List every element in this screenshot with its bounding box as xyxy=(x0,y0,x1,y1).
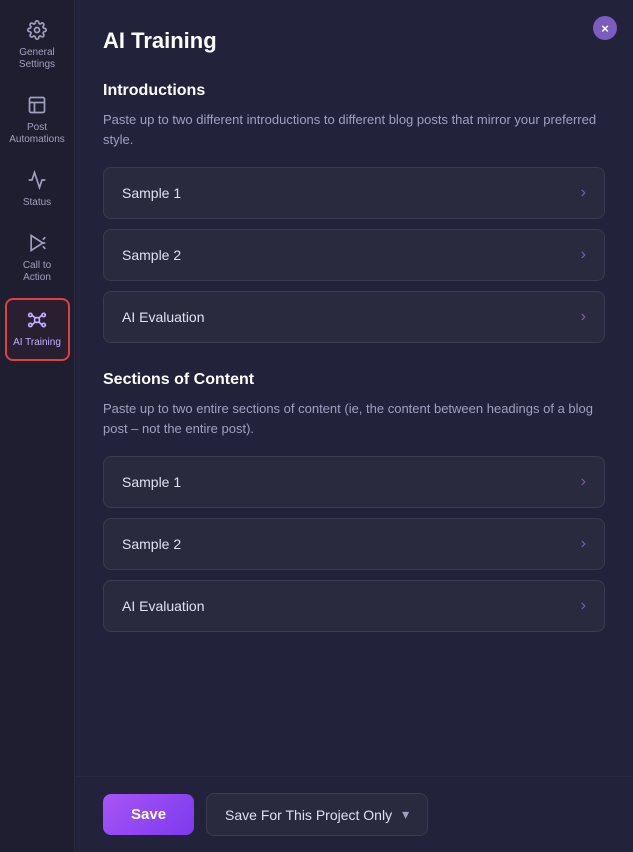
introductions-section: Introductions Paste up to two different … xyxy=(103,82,605,343)
ai-training-icon xyxy=(27,310,47,333)
content-ai-evaluation-label: AI Evaluation xyxy=(122,598,205,614)
sidebar-item-post-automations[interactable]: Post Automations xyxy=(5,85,70,156)
gear-icon xyxy=(27,20,47,43)
save-project-button[interactable]: Save For This Project Only ▾ xyxy=(206,793,428,836)
save-project-label: Save For This Project Only xyxy=(225,807,392,823)
intro-ai-evaluation-item[interactable]: AI Evaluation › xyxy=(103,291,605,343)
sidebar-item-post-automations-label: Post Automations xyxy=(9,122,65,146)
sidebar: General Settings Post Automations Status xyxy=(0,0,75,852)
intro-sample1-item[interactable]: Sample 1 › xyxy=(103,167,605,219)
save-button[interactable]: Save xyxy=(103,794,194,835)
post-automations-icon xyxy=(27,95,47,118)
main-panel: × AI Training Introductions Paste up to … xyxy=(75,0,633,852)
sidebar-item-status-label: Status xyxy=(23,197,51,209)
introductions-desc: Paste up to two different introductions … xyxy=(103,110,605,149)
sections-title: Sections of Content xyxy=(103,371,605,389)
content-area: × AI Training Introductions Paste up to … xyxy=(75,0,633,776)
intro-sample2-label: Sample 2 xyxy=(122,247,181,263)
intro-ai-evaluation-label: AI Evaluation xyxy=(122,309,205,325)
sidebar-item-general-settings-label: General Settings xyxy=(10,47,65,71)
sections-of-content-section: Sections of Content Paste up to two enti… xyxy=(103,371,605,632)
sidebar-item-ai-training[interactable]: AI Training xyxy=(5,298,70,361)
intro-sample1-chevron: › xyxy=(581,184,586,202)
content-ai-evaluation-chevron: › xyxy=(581,597,586,615)
intro-sample2-item[interactable]: Sample 2 › xyxy=(103,229,605,281)
intro-ai-evaluation-chevron: › xyxy=(581,308,586,326)
sidebar-item-status[interactable]: Status xyxy=(5,160,70,219)
introductions-title: Introductions xyxy=(103,82,605,100)
content-sample1-chevron: › xyxy=(581,473,586,491)
content-sample2-label: Sample 2 xyxy=(122,536,181,552)
intro-sample1-label: Sample 1 xyxy=(122,185,181,201)
content-sample2-item[interactable]: Sample 2 › xyxy=(103,518,605,570)
sidebar-item-general-settings[interactable]: General Settings xyxy=(5,10,70,81)
sections-desc: Paste up to two entire sections of conte… xyxy=(103,399,605,438)
call-to-action-icon xyxy=(27,233,47,256)
content-sample1-item[interactable]: Sample 1 › xyxy=(103,456,605,508)
content-ai-evaluation-item[interactable]: AI Evaluation › xyxy=(103,580,605,632)
intro-sample2-chevron: › xyxy=(581,246,586,264)
sidebar-item-cta-label: Call to Action xyxy=(10,260,65,284)
close-button[interactable]: × xyxy=(593,16,617,40)
status-icon xyxy=(27,170,47,193)
save-project-chevron: ▾ xyxy=(402,806,409,823)
content-sample1-label: Sample 1 xyxy=(122,474,181,490)
sidebar-item-call-to-action[interactable]: Call to Action xyxy=(5,223,70,294)
page-title: AI Training xyxy=(103,28,605,54)
content-sample2-chevron: › xyxy=(581,535,586,553)
footer: Save Save For This Project Only ▾ xyxy=(75,776,633,852)
sidebar-item-ai-training-label: AI Training xyxy=(13,337,61,349)
